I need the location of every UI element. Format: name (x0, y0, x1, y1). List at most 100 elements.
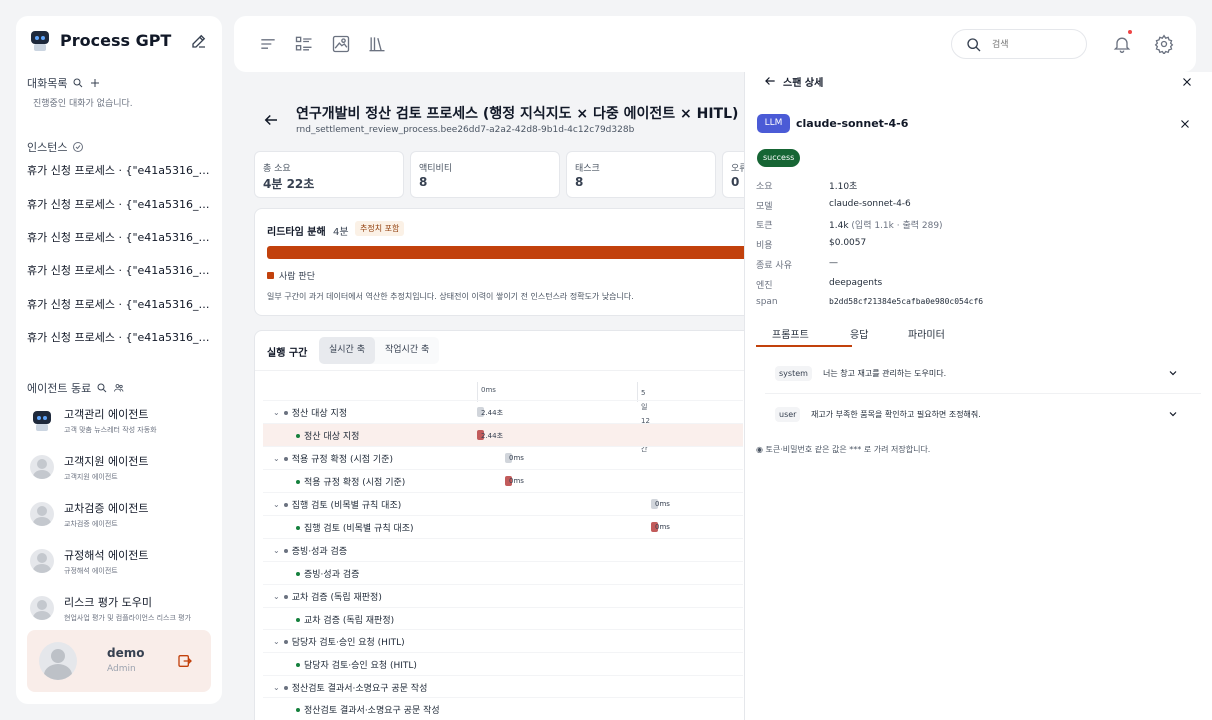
tab-prompt[interactable]: 프롬프트 (772, 326, 809, 341)
timeline-row[interactable]: 담당자 검토·승인 요청 (HITL) (263, 652, 743, 675)
tab-response[interactable]: 응답 (850, 326, 868, 341)
redact-note: ◉ 토큰·비밀번호 같은 값은 *** 로 가려 저장합니다. (756, 445, 931, 454)
chevron-down-icon[interactable]: ⌄ (273, 454, 280, 463)
back-arrow-icon[interactable] (763, 74, 777, 88)
agent-name: 고객관리 에이전트 (64, 408, 149, 421)
message-text: 너는 창고 재고를 관리하는 도우미다. (823, 369, 947, 378)
map-icon[interactable] (331, 34, 351, 54)
axis-line (637, 382, 638, 402)
message-row[interactable]: user 재고가 부족한 품목을 확인하고 필요하면 조정해줘. (765, 394, 1201, 434)
user-avatar (39, 642, 77, 680)
agent-item[interactable]: 고객지원 에이전트 고객지원 에이전트 (30, 451, 210, 489)
sidebar: Process GPT 대화목록 진행중인 대화가 없습니다. 인스턴스 휴가 … (16, 16, 222, 704)
stat-label: 액티비티 (419, 164, 453, 174)
instance-item[interactable]: 휴가 신청 프로세스 · {"e41a5316_cfd0-4f1c"} (27, 329, 213, 345)
runtime-note: 일부 구간이 과거 데이터에서 역산한 추정치입니다. 상태전이 이력이 쌓이기… (267, 292, 634, 301)
runtime-breakdown: 리드타임 분해 4분 추정치 포함 사람 판단 일부 구간이 과거 데이터에서 … (254, 208, 775, 316)
chevron-down-icon[interactable] (1167, 408, 1179, 420)
brand[interactable]: Process GPT (28, 28, 171, 52)
status-dot (283, 594, 288, 599)
agent-desc: 현업사업 평가 및 컴플라이언스 리스크 평가 (64, 614, 192, 622)
chevron-down-icon[interactable]: ⌄ (273, 592, 280, 601)
timeline-row[interactable]: 정산검토 결과서·소명요구 공문 작성 (263, 697, 743, 720)
exec-title: 실행 구간 (267, 348, 308, 359)
instance-item[interactable]: 휴가 신청 프로세스 · {"e41a5316_cfd0-4f1c"} (27, 196, 213, 212)
instance-item[interactable]: 휴가 신청 프로세스 · {"e41a5316_cfd0-4f1c"} (27, 229, 213, 245)
agent-item[interactable]: 리스크 평가 도우미 현업사업 평가 및 컴플라이언스 리스크 평가 (30, 592, 210, 630)
active-tab-indicator (756, 345, 852, 347)
instance-item[interactable]: 휴가 신청 프로세스 · {"e41a5316_cfd0-4f1c"} (27, 296, 213, 312)
search-icon (967, 38, 981, 52)
timeline-row[interactable]: ⌄ 담당자 검토·승인 요청 (HITL) (263, 629, 743, 652)
timeline-row[interactable]: 적용 규정 확정 (시점 기준) 0ms (263, 469, 743, 492)
timeline-row[interactable]: ⌄ 교차 검증 (독립 재판정) (263, 584, 743, 607)
agent-item[interactable]: 교차검증 에이전트 교차검증 에이전트 (30, 498, 210, 536)
bar-label: 0ms (509, 477, 524, 485)
chats-header: 대화목록 (27, 75, 101, 91)
search-box[interactable] (951, 29, 1087, 59)
status-dot (296, 617, 300, 622)
agent-item[interactable]: 규정해석 에이전트 규정해석 에이전트 (30, 545, 210, 583)
instances-header: 인스턴스 (27, 139, 84, 155)
instance-item[interactable]: 휴가 신청 프로세스 · {"e41a5316_cfd0-4f1c"} (27, 262, 213, 278)
timeline-row[interactable]: 집행 검토 (비목별 규칙 대조) 0ms (263, 515, 743, 538)
timeline-row[interactable]: 교차 검증 (독립 재판정) (263, 607, 743, 630)
search-icon[interactable] (96, 382, 108, 394)
status-dot (283, 502, 288, 507)
check-circle-icon[interactable] (72, 141, 84, 153)
agent-name: 규정해석 에이전트 (64, 549, 149, 562)
model-name: claude-sonnet-4-6 (796, 117, 909, 130)
avatar (30, 455, 54, 479)
estimate-badge: 추정치 포함 (355, 221, 405, 236)
edit-icon[interactable] (190, 32, 208, 50)
tab-parameters[interactable]: 파라미터 (908, 326, 945, 341)
timeline-row[interactable]: 정산 대상 지정 2.44초 (263, 423, 743, 446)
timeline-row[interactable]: ⌄ 정산 대상 지정 2.44초 (263, 400, 743, 423)
timeline-row[interactable]: ⌄ 집행 검토 (비목별 규칙 대조) 0ms (263, 492, 743, 515)
library-icon[interactable] (367, 34, 387, 54)
panel-title: 스팬 상세 (783, 78, 824, 89)
search-input[interactable] (992, 36, 1080, 54)
close-icon[interactable] (1179, 118, 1191, 130)
logout-icon[interactable] (177, 653, 193, 669)
runtime-bar (267, 246, 775, 259)
page-subtitle: rnd_settlement_review_process.bee26dd7-a… (296, 125, 635, 135)
task-list-icon[interactable] (294, 34, 314, 54)
message-row[interactable]: system 너는 창고 재고를 관리하는 도우미다. (765, 353, 1201, 393)
status-dot (283, 639, 288, 644)
timeline-row[interactable]: ⌄ 정산검토 결과서·소명요구 공문 작성 (263, 675, 743, 698)
bar-label: 0ms (655, 523, 670, 531)
close-icon[interactable] (1181, 76, 1193, 88)
status-dot (296, 479, 300, 484)
chevron-down-icon[interactable] (1167, 367, 1179, 379)
chevron-down-icon[interactable]: ⌄ (273, 683, 280, 692)
divider (255, 370, 773, 371)
back-arrow-icon[interactable] (262, 111, 280, 129)
bar-label: 2.44초 (481, 432, 504, 440)
gear-icon[interactable] (1154, 34, 1174, 54)
runtime-legend: 사람 판단 (267, 269, 315, 282)
timeline-row[interactable]: ⌄ 적용 규정 확정 (시점 기준) 0ms (263, 446, 743, 469)
timeline-row[interactable]: 증빙·성과 검증 (263, 561, 743, 584)
user-card[interactable]: demo Admin (27, 630, 211, 692)
agent-item[interactable]: 고객관리 에이전트 고객 맞춤 뉴스레터 작성 자동화 (30, 404, 210, 442)
chevron-down-icon[interactable]: ⌄ (273, 500, 280, 509)
chevron-down-icon[interactable]: ⌄ (273, 546, 280, 555)
chevron-down-icon[interactable]: ⌄ (273, 637, 280, 646)
status-dot (296, 525, 300, 530)
exec-tabs: 실시간 축 작업시간 축 (319, 337, 440, 364)
plus-icon[interactable] (89, 77, 101, 89)
users-icon[interactable] (113, 382, 125, 394)
tab-realtime[interactable]: 실시간 축 (319, 337, 375, 364)
avatar (30, 596, 54, 620)
legend-swatch (267, 272, 274, 279)
status-dot (283, 410, 288, 415)
timeline-row[interactable]: ⌄ 증빙·성과 검증 (263, 538, 743, 561)
menu-icon[interactable] (258, 34, 278, 54)
panel-tabs: 프롬프트 응답 파라미터 (756, 324, 1202, 347)
chevron-down-icon[interactable]: ⌄ (273, 408, 280, 417)
search-icon[interactable] (72, 77, 84, 89)
bell-icon[interactable] (1112, 34, 1132, 54)
instance-item[interactable]: 휴가 신청 프로세스 · {"e41a5316_cfd0-4f1c"} (27, 162, 213, 178)
tab-worktime[interactable]: 작업시간 축 (375, 337, 439, 364)
